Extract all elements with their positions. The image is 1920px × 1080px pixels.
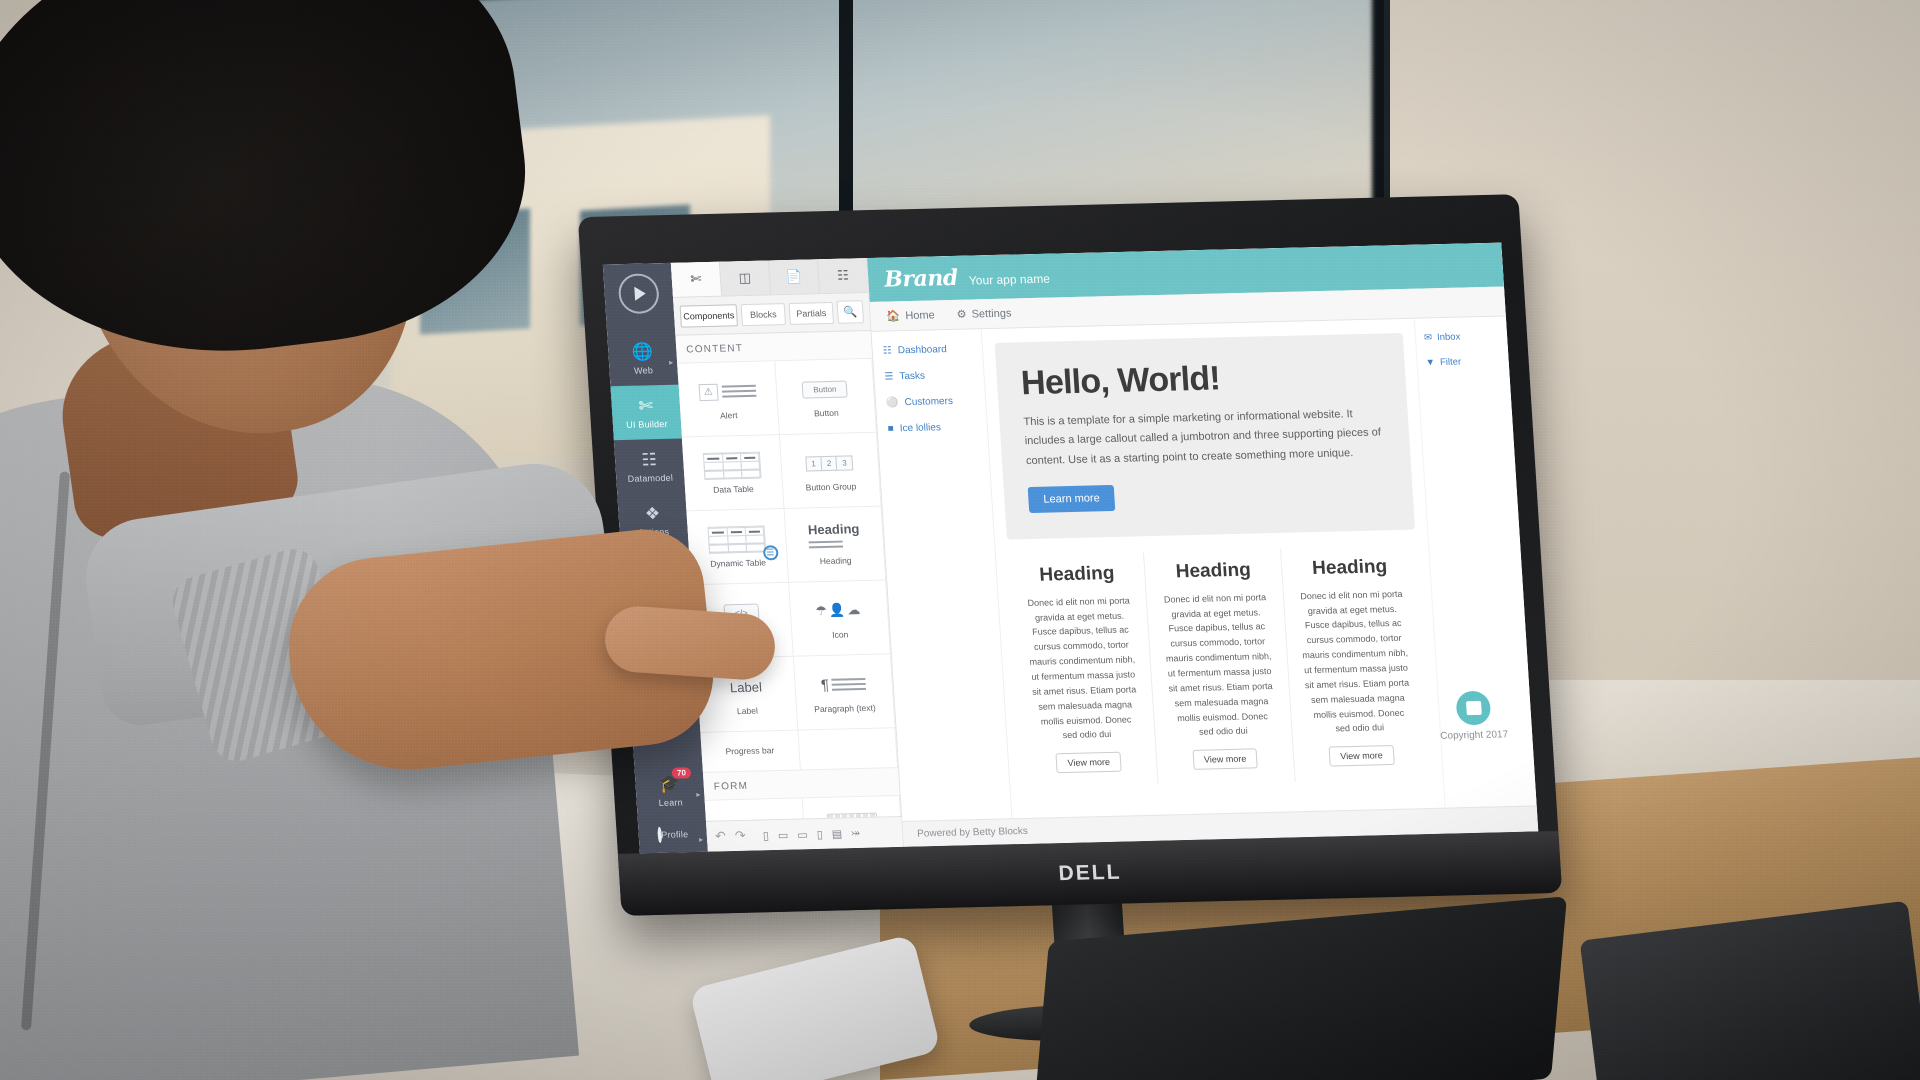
navbar-item-settings[interactable]: ⚙ Settings	[956, 307, 1011, 321]
view-more-button[interactable]: View more	[1328, 745, 1395, 767]
person-pointing	[0, 0, 778, 1080]
component-label: Button	[813, 408, 839, 419]
component-label: Heading	[819, 555, 852, 567]
customers-icon: ⚪	[885, 397, 899, 409]
navbar-label-home: Home	[904, 308, 936, 322]
app-main-content: Hello, World! This is a template for a s…	[982, 319, 1445, 819]
search-icon[interactable]: 🔍	[836, 300, 865, 324]
button-art-label: Button	[801, 380, 848, 399]
tablet-icon[interactable]: ▭	[777, 828, 789, 841]
component-tile-checkbox[interactable]: ☑ Checkbox	[704, 798, 807, 821]
component-label: Icon	[831, 629, 849, 641]
tablet-landscape-icon[interactable]: ▭	[797, 828, 808, 841]
sub-tab-partials[interactable]: Partials	[788, 301, 834, 325]
label-art-sample: Label	[729, 679, 763, 696]
card-body: Donec id elit non mi porta gravida at eg…	[1300, 588, 1410, 734]
powered-by-text: Powered by Betty Blocks	[916, 825, 1029, 840]
panel-tab-data[interactable]: ◫	[719, 260, 772, 296]
left-nav-label: Tasks	[899, 370, 926, 383]
person-pointing-finger	[602, 604, 778, 682]
laptop-icon[interactable]: ▯	[816, 827, 823, 840]
navbar-item-home[interactable]: 🏠 Home	[886, 308, 936, 323]
component-tile-paragraph[interactable]: ¶ Paragraph (text)	[793, 654, 896, 731]
phone-icon[interactable]: ▯	[762, 829, 769, 842]
left-nav-tasks[interactable]: ☰ Tasks	[884, 369, 974, 383]
heading-art-sample: Heading	[807, 521, 860, 538]
preview-canvas: Brand Your app name 🏠 Home ⚙ Settings ☷ …	[866, 242, 1539, 847]
component-label: Paragraph (text)	[813, 703, 876, 715]
tasks-icon: ☰	[884, 371, 894, 383]
right-nav-label: Filter	[1439, 356, 1462, 369]
dell-monitor: 🌐 Web ▸ ✄ UI Builder ☷ Datamodel ❖ 70 🎓 …	[577, 194, 1563, 1044]
fullscreen-icon[interactable]: ⤖	[851, 827, 861, 840]
panel-tab-structure[interactable]: ☷	[817, 258, 869, 294]
card-body: Donec id elit non mi porta gravida at eg…	[1027, 595, 1137, 741]
component-label: Progress bar	[725, 744, 775, 757]
left-nav-ice-lollies[interactable]: ■ Ice lollies	[887, 421, 977, 434]
right-nav-label: Inbox	[1436, 331, 1461, 344]
dashboard-icon: ☷	[882, 345, 893, 357]
card-heading: Heading	[1038, 562, 1116, 586]
view-more-button[interactable]: View more	[1055, 751, 1122, 774]
component-tile-button-group[interactable]: 1 2 3 Button Group	[779, 432, 882, 510]
copyright-text: Copyright 2017	[1439, 729, 1509, 742]
component-tile-blank	[797, 728, 899, 771]
app-name: Your app name	[968, 271, 1051, 288]
component-tile-heading[interactable]: Heading Heading	[784, 506, 887, 583]
photo-scene: 🌐 Web ▸ ✄ UI Builder ☷ Datamodel ❖ 70 🎓 …	[0, 0, 1920, 1080]
card-heading: Heading	[1311, 556, 1388, 579]
component-label: Alert	[719, 410, 738, 421]
heading-preview: Heading	[808, 522, 861, 553]
card-heading: Heading	[1175, 559, 1252, 583]
file-icon: 📄	[785, 268, 803, 285]
gear-icon: ⚙	[956, 308, 968, 321]
content-cards: Heading Donec id elit non mi porta gravi…	[1007, 545, 1431, 789]
content-card: Heading Donec id elit non mi porta gravi…	[1144, 548, 1296, 785]
device-preview-switcher: ▯ ▭ ▭ ▯ ▤ ⤖	[762, 827, 860, 842]
betty-blocks-app: 🌐 Web ▸ ✄ UI Builder ☷ Datamodel ❖ 70 🎓 …	[602, 242, 1539, 854]
left-nav-label: Ice lollies	[899, 422, 942, 435]
sub-tab-blocks[interactable]: Blocks	[740, 302, 786, 326]
app-body: ☷ Dashboard ☰ Tasks ⚪ Customers ■ Ice lo…	[871, 316, 1537, 821]
left-nav-customers[interactable]: ⚪ Customers	[885, 395, 976, 409]
card-body: Donec id elit non mi porta gravida at eg…	[1163, 591, 1273, 738]
button-preview: Button	[801, 374, 848, 405]
view-more-button[interactable]: View more	[1192, 748, 1258, 771]
brand-logo: Brand	[883, 264, 959, 293]
chat-glyph	[1465, 700, 1482, 716]
component-label: Button Group	[805, 481, 857, 493]
database-icon: ◫	[738, 269, 752, 286]
button-group-key-3: 3	[835, 455, 854, 471]
right-nav-filter[interactable]: ▼ Filter	[1425, 356, 1501, 369]
left-nav-label: Dashboard	[897, 344, 948, 357]
panel-tab-pages[interactable]: 📄	[768, 259, 821, 295]
inbox-icon: ✉	[1423, 332, 1433, 344]
redo-icon[interactable]: ↷	[734, 828, 746, 844]
lolly-icon: ■	[887, 423, 895, 435]
person-hair	[0, 0, 544, 383]
left-nav-label: Customers	[904, 395, 954, 409]
sitemap-icon: ☷	[836, 267, 850, 283]
home-icon: 🏠	[886, 310, 901, 323]
icon-sampler-icon: ☂👤☁	[814, 602, 863, 619]
monitor-screen: 🌐 Web ▸ ✄ UI Builder ☷ Datamodel ❖ 70 🎓 …	[602, 242, 1539, 854]
jumbotron-title: Hello, World!	[1019, 359, 1222, 403]
left-nav-dashboard[interactable]: ☷ Dashboard	[882, 344, 972, 357]
content-card: Heading Donec id elit non mi porta gravi…	[1281, 545, 1431, 781]
desktop-icon[interactable]: ▤	[831, 827, 842, 840]
filter-icon: ▼	[1425, 357, 1436, 369]
navbar-label-settings: Settings	[971, 307, 1012, 320]
jumbotron-body: This is a template for a simple marketin…	[1023, 408, 1382, 467]
paragraph-icon: ¶	[820, 669, 867, 700]
button-group-icon: 1 2 3	[804, 448, 854, 479]
component-tile-icon[interactable]: ☂👤☁ Icon	[788, 580, 891, 657]
component-label: Label	[736, 705, 759, 717]
learn-more-button[interactable]: Learn more	[1027, 484, 1116, 513]
dell-logo: DELL	[1057, 860, 1123, 886]
panel-footer: ↶ ↷ ▯ ▭ ▭ ▯ ▤ ⤖	[705, 816, 904, 852]
jumbotron: Hello, World! This is a template for a s…	[994, 332, 1416, 540]
content-card: Heading Donec id elit non mi porta gravi…	[1007, 551, 1159, 789]
component-tile-button[interactable]: Button Button	[774, 358, 877, 436]
right-nav-inbox[interactable]: ✉ Inbox	[1424, 331, 1500, 344]
